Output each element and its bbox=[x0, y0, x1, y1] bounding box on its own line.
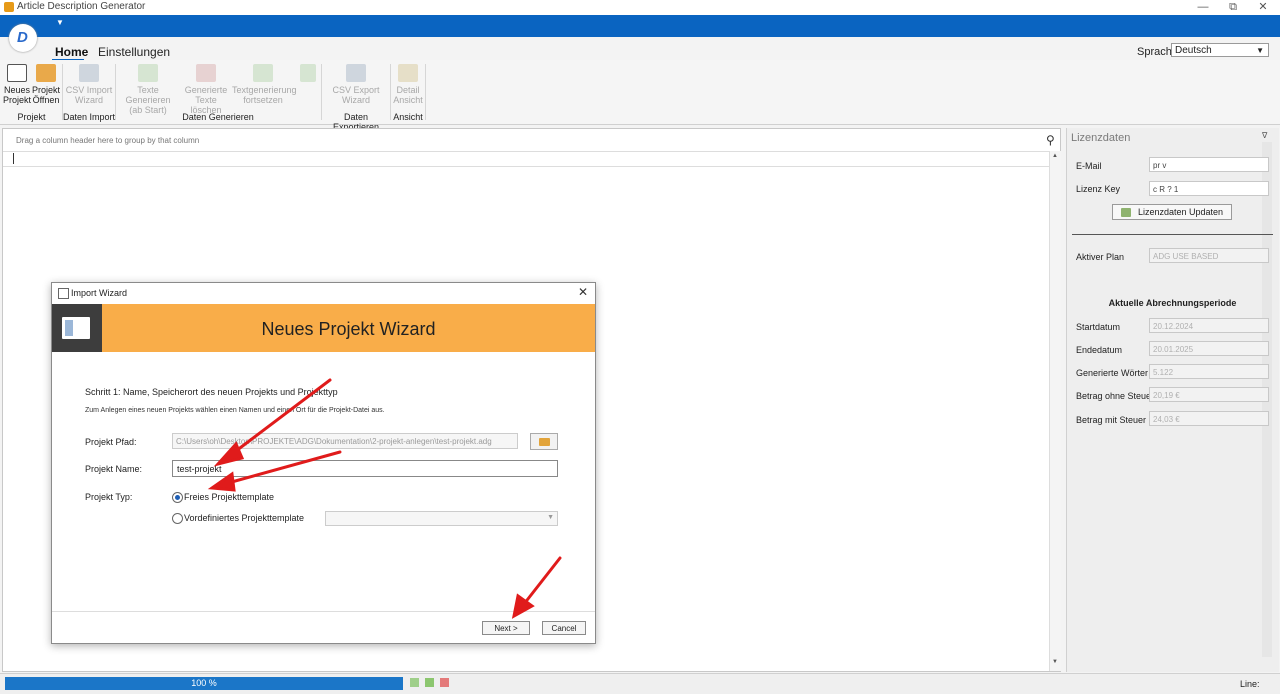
arrow-to-name bbox=[226, 450, 342, 485]
arrow-to-path bbox=[230, 378, 332, 456]
arrow-head bbox=[213, 441, 245, 467]
annotation-arrows bbox=[207, 378, 562, 619]
arrow-head bbox=[207, 471, 236, 492]
arrow-to-next bbox=[522, 556, 562, 606]
